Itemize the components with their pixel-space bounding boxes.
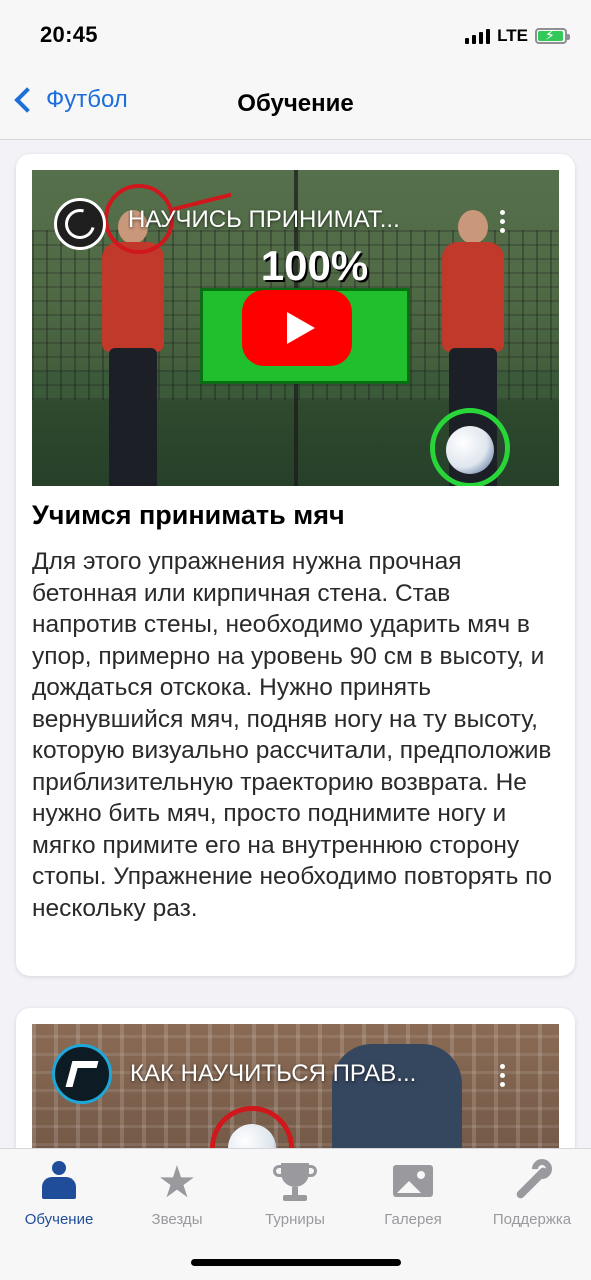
status-bar: 20:45 LTE ⚡ bbox=[0, 0, 591, 72]
tab-stars[interactable]: ★ Звезды bbox=[118, 1158, 236, 1229]
status-time: 20:45 bbox=[40, 22, 98, 47]
status-indicators: LTE ⚡ bbox=[465, 26, 570, 46]
lesson-card: 100% НАУЧИСЬ ПРИНИМАТ... Учимся принимат… bbox=[16, 154, 575, 976]
star-icon: ★ bbox=[157, 1158, 197, 1207]
signal-icon bbox=[465, 28, 491, 44]
thumbnail-text: 100% bbox=[260, 242, 369, 289]
network-label: LTE bbox=[497, 26, 528, 45]
video-player[interactable]: 100% НАУЧИСЬ ПРИНИМАТ... bbox=[32, 170, 559, 486]
video-title[interactable]: НАУЧИСЬ ПРИНИМАТ... bbox=[128, 206, 488, 234]
video-title[interactable]: КАК НАУЧИТЬСЯ ПРАВ... bbox=[130, 1060, 490, 1088]
play-icon bbox=[287, 312, 315, 344]
channel-logo[interactable] bbox=[52, 1044, 112, 1104]
gallery-icon bbox=[389, 1159, 437, 1207]
tab-label: Галерея bbox=[384, 1211, 442, 1228]
more-options-icon[interactable] bbox=[497, 210, 507, 233]
more-options-icon[interactable] bbox=[497, 1064, 507, 1087]
tab-label: Обучение bbox=[24, 1211, 94, 1228]
trophy-icon bbox=[271, 1159, 319, 1207]
page-title: Обучение bbox=[237, 90, 354, 117]
ball-icon bbox=[446, 426, 494, 474]
tab-bar: Обучение ★ Звезды Турниры Галерея Поддер… bbox=[0, 1148, 591, 1280]
navigation-bar: Футбол Обучение bbox=[0, 72, 591, 140]
tab-label: Турниры bbox=[265, 1211, 325, 1228]
lesson-title: Учимся принимать мяч bbox=[32, 500, 345, 530]
lesson-description: Для этого упражнения нужна прочная бетон… bbox=[32, 548, 553, 922]
battery-icon: ⚡ bbox=[535, 27, 570, 44]
person-icon bbox=[35, 1159, 83, 1207]
tab-training[interactable]: Обучение bbox=[0, 1159, 118, 1228]
tab-tournaments[interactable]: Турниры bbox=[236, 1159, 354, 1228]
play-button[interactable] bbox=[242, 290, 352, 366]
channel-logo[interactable] bbox=[54, 198, 106, 250]
tab-support[interactable]: Поддержка bbox=[473, 1154, 591, 1228]
tab-label: Поддержка bbox=[492, 1211, 572, 1228]
tab-label: Звезды bbox=[151, 1211, 203, 1228]
tab-gallery[interactable]: Галерея bbox=[354, 1159, 472, 1228]
wrench-icon bbox=[508, 1154, 557, 1207]
home-indicator bbox=[191, 1259, 401, 1266]
